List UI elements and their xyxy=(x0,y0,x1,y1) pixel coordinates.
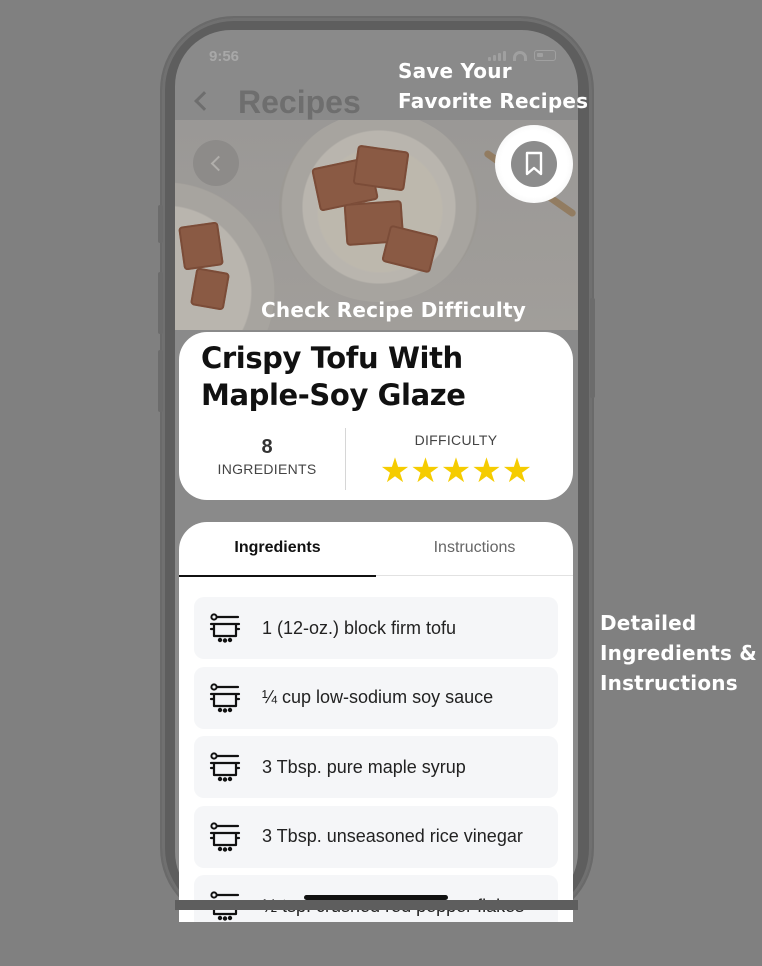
ingredient-item[interactable]: 1 (12-oz.) block firm tofu xyxy=(194,597,558,659)
callout-details-line3: Instructions xyxy=(600,671,738,695)
ingredient-text: 1 (12-oz.) block firm tofu xyxy=(262,617,457,638)
ingredient-item[interactable]: 3 Tbsp. pure maple syrup xyxy=(194,736,558,798)
star-icon: ★ xyxy=(471,452,502,490)
bookmark-icon xyxy=(525,151,543,176)
bookmark-spotlight xyxy=(495,125,573,203)
tab-instructions[interactable]: Instructions xyxy=(376,522,573,576)
ingredient-text: 3 Tbsp. pure maple syrup xyxy=(262,756,466,777)
status-time: 9:56 xyxy=(209,48,240,65)
star-icon: ★ xyxy=(440,452,472,490)
callout-difficulty: Check Recipe Difficulty xyxy=(261,298,526,322)
bottom-bezel xyxy=(175,900,578,910)
difficulty-stars: ★ ★ ★ ★ ★ xyxy=(375,454,537,488)
pot-icon xyxy=(208,750,242,784)
star-icon: ★ xyxy=(501,452,533,490)
tab-ingredients[interactable]: Ingredients xyxy=(179,522,376,577)
home-indicator[interactable] xyxy=(304,895,448,900)
difficulty-stat: DIFFICULTY ★ ★ ★ ★ ★ xyxy=(375,432,537,488)
pot-icon xyxy=(208,611,242,645)
recipe-name: Crispy Tofu With Maple-Soy Glaze xyxy=(201,341,466,412)
star-icon: ★ xyxy=(410,452,441,490)
header-title: Recipes xyxy=(238,84,361,120)
tab-bar: Ingredients Instructions xyxy=(179,522,573,577)
ingredient-count: 8 xyxy=(261,436,273,458)
ingredient-item[interactable]: 3 Tbsp. unseasoned rice vinegar xyxy=(194,805,558,868)
star-icon: ★ xyxy=(379,452,411,490)
difficulty-label: DIFFICULTY xyxy=(414,432,498,448)
ingredient-count-label: INGREDIENTS xyxy=(217,461,317,477)
callout-details-line1: Detailed xyxy=(600,611,697,635)
callout-save-recipes: Save Your Favorite Recipes xyxy=(398,56,588,116)
stat-divider xyxy=(345,428,346,490)
header-back-icon[interactable] xyxy=(194,91,214,111)
callout-save-line1: Save Your xyxy=(398,59,512,83)
callout-details-line2: Ingredients & xyxy=(600,641,757,665)
back-button[interactable] xyxy=(193,140,239,186)
ingredient-text: ¼ cup low-sodium soy sauce xyxy=(262,687,494,707)
bookmark-button[interactable] xyxy=(511,141,557,187)
pot-icon xyxy=(208,820,242,854)
callout-details: Detailed Ingredients & Instructions xyxy=(600,608,757,698)
ingredient-count-stat: 8 INGREDIENTS xyxy=(199,436,335,477)
ingredient-item[interactable]: ¼ cup low-sodium soy sauce xyxy=(194,666,558,729)
ingredients-card: Ingredients Instructions 1 (12-oz.) bloc… xyxy=(179,522,573,922)
chevron-left-icon xyxy=(210,155,226,171)
volume-down-button xyxy=(158,350,163,412)
volume-up-button xyxy=(158,272,163,334)
recipe-summary-card: Crispy Tofu With Maple-Soy Glaze 8 INGRE… xyxy=(179,332,573,500)
ingredient-text: 3 Tbsp. unseasoned rice vinegar xyxy=(262,826,523,846)
callout-save-line2: Favorite Recipes xyxy=(398,89,589,113)
pot-icon xyxy=(208,681,242,715)
ingredient-list: 1 (12-oz.) block firm tofu ¼ cup low-sodi… xyxy=(194,597,558,922)
mute-switch xyxy=(158,205,163,243)
power-button xyxy=(590,298,595,398)
